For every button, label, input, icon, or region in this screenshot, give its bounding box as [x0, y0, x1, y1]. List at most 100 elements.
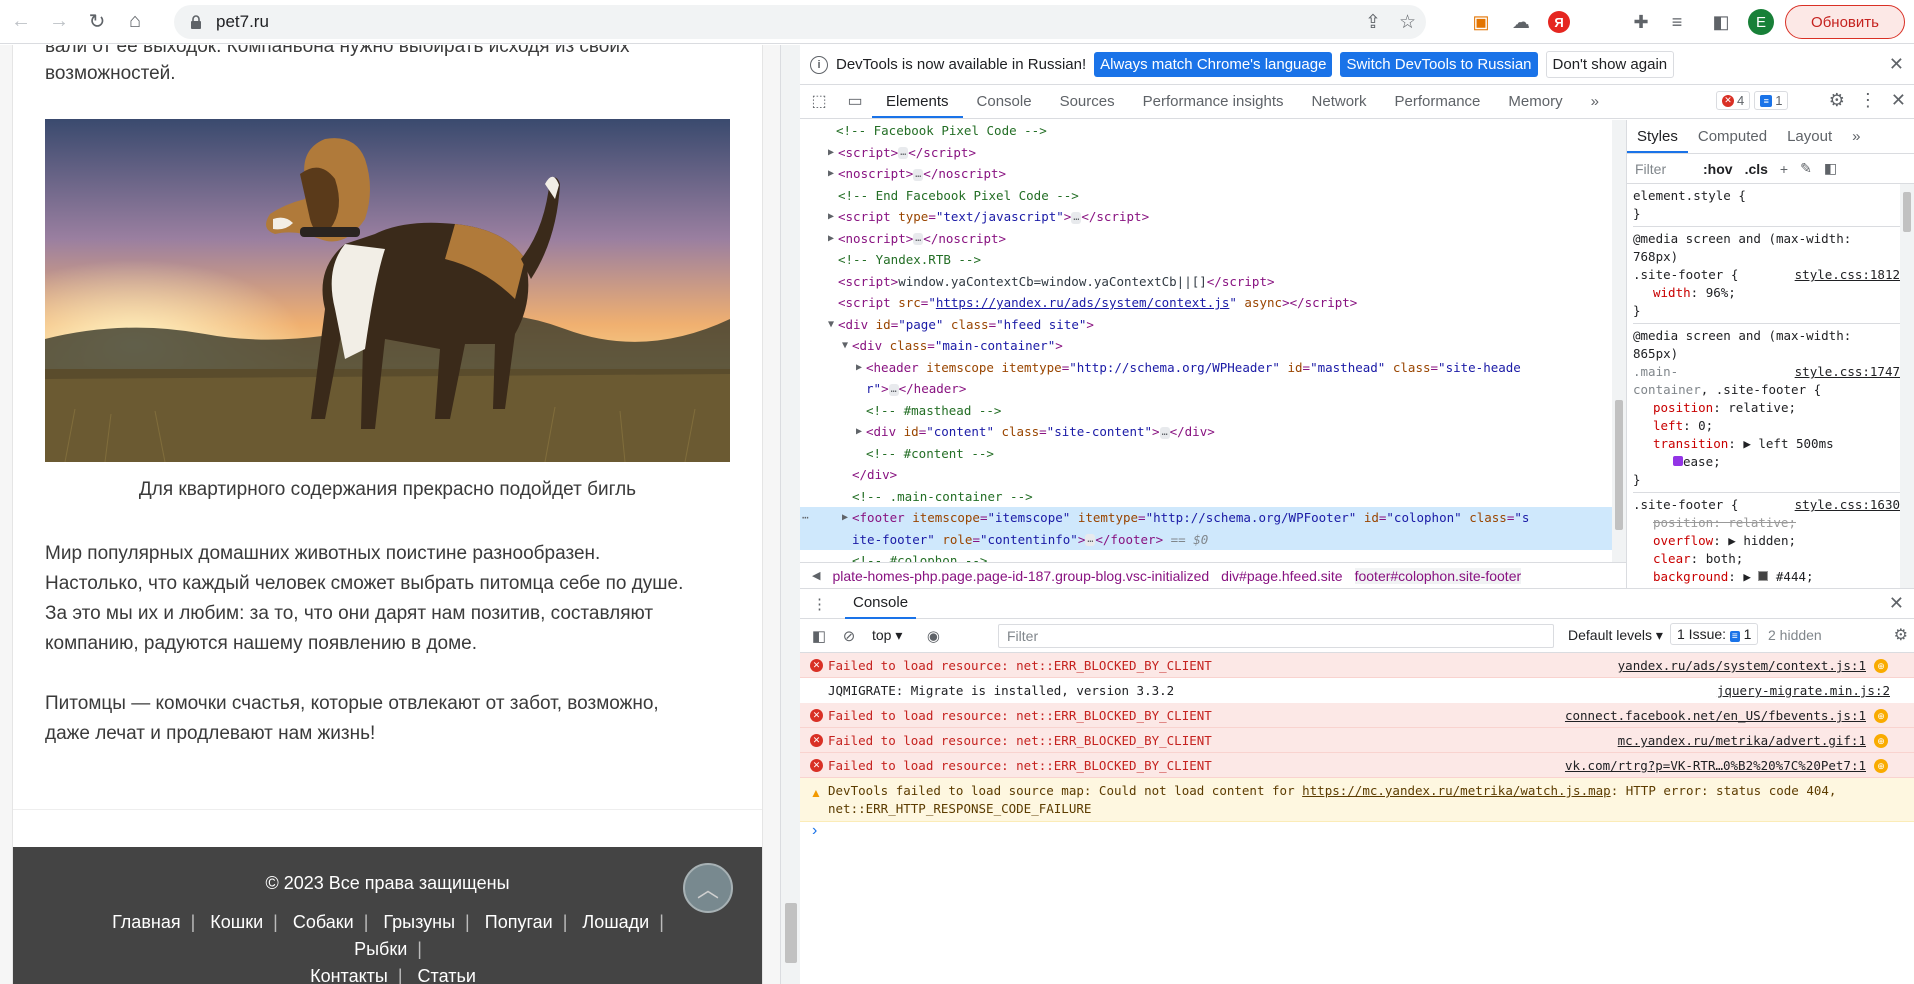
- dom-node-selected[interactable]: ⋯ ▶ <footer itemscope="itemscope" itemtype…: [800, 507, 1626, 529]
- back-button[interactable]: ←: [4, 5, 38, 39]
- elements-tree[interactable]: <!-- Facebook Pixel Code --> ▶ <script>… <…: [800, 120, 1626, 562]
- breadcrumb-item[interactable]: plate-homes-php.page.page-id-187.group-b…: [832, 568, 1209, 584]
- match-language-button[interactable]: Always match Chrome's language: [1094, 52, 1333, 77]
- switch-russian-button[interactable]: Switch DevTools to Russian: [1340, 52, 1538, 77]
- footer-link-contacts[interactable]: Контакты: [310, 966, 388, 984]
- style-rule[interactable]: .site-footer { style.css:1630 position: r…: [1633, 493, 1914, 588]
- context-selector[interactable]: top ▾: [872, 627, 902, 644]
- update-button[interactable]: Обновить: [1785, 5, 1905, 39]
- log-levels-dropdown[interactable]: Default levels ▾: [1568, 627, 1663, 644]
- devtools-splitter[interactable]: [780, 45, 800, 984]
- message-source-link[interactable]: mc.yandex.ru/metrika/advert.gif:1: [1618, 728, 1866, 753]
- paint-brush-icon[interactable]: ✎: [1800, 160, 1812, 177]
- dom-node[interactable]: </div>: [800, 464, 1626, 486]
- dom-node[interactable]: <!-- #masthead -->: [800, 400, 1626, 422]
- console-error-message[interactable]: ✕ Failed to load resource: net::ERR_BLOCK…: [800, 753, 1914, 778]
- styles-filter-input[interactable]: Filter: [1635, 161, 1691, 177]
- console-settings-gear-icon[interactable]: ⚙: [1894, 625, 1908, 645]
- inspect-element-icon[interactable]: ⬚: [806, 88, 832, 114]
- forward-button[interactable]: →: [42, 5, 76, 39]
- network-request-icon[interactable]: ⊕: [1874, 759, 1888, 773]
- profile-avatar[interactable]: Е: [1748, 9, 1774, 35]
- side-panel-icon[interactable]: ◧: [1708, 9, 1734, 35]
- live-expression-eye-icon[interactable]: ◉: [922, 625, 944, 647]
- drawer-tab-console[interactable]: Console: [845, 594, 917, 619]
- styles-scrollbar[interactable]: [1900, 184, 1914, 588]
- network-request-icon[interactable]: ⊕: [1874, 659, 1888, 673]
- reading-list-icon[interactable]: ≡: [1664, 9, 1690, 35]
- reload-button[interactable]: ↻: [80, 5, 114, 39]
- issues-button[interactable]: 1 Issue: ≡ 1: [1670, 623, 1759, 645]
- tab-layout[interactable]: Layout: [1777, 128, 1842, 153]
- dom-node[interactable]: ▶ <script>… </script>: [800, 142, 1626, 164]
- dom-node[interactable]: <!-- #content -->: [800, 443, 1626, 465]
- drawer-menu-icon[interactable]: ⋮: [812, 595, 827, 613]
- dom-node[interactable]: ▶ <header itemscope itemtype="http://sche…: [800, 357, 1626, 379]
- bookmark-star-icon[interactable]: ☆: [1399, 11, 1416, 34]
- dom-node[interactable]: <!-- Yandex.RTB -->: [800, 249, 1626, 271]
- style-rule[interactable]: @media screen and (max-width: 865px) .main…: [1633, 324, 1914, 493]
- tab-console[interactable]: Console: [963, 93, 1046, 118]
- dom-node[interactable]: <!-- Facebook Pixel Code -->: [800, 120, 1626, 142]
- message-source-link[interactable]: yandex.ru/ads/system/context.js:1: [1618, 653, 1866, 678]
- warning-link[interactable]: https://mc.yandex.ru/metrika/watch.js.ma…: [1302, 783, 1611, 798]
- tab-memory[interactable]: Memory: [1494, 93, 1576, 118]
- tab-network[interactable]: Network: [1298, 93, 1381, 118]
- dom-node[interactable]: ▶ <script type="text/javascript">… </scrip…: [800, 206, 1626, 228]
- footer-link-parrots[interactable]: Попугаи: [485, 912, 553, 932]
- home-button[interactable]: ⌂: [118, 5, 152, 39]
- dom-node[interactable]: ▶ <noscript>… </noscript>: [800, 228, 1626, 250]
- dom-node[interactable]: <!-- End Facebook Pixel Code -->: [800, 185, 1626, 207]
- sidebar-toggle-icon[interactable]: ◧: [1824, 160, 1837, 177]
- dom-node[interactable]: ▶ <div id="content" class="site-content">…: [800, 421, 1626, 443]
- extensions-puzzle-icon[interactable]: ✚: [1628, 9, 1654, 35]
- share-icon[interactable]: ⇪: [1365, 11, 1381, 34]
- dom-node[interactable]: <!-- #colophon -->: [800, 550, 1626, 562]
- scroll-to-top-button[interactable]: ︿: [683, 863, 733, 913]
- device-toolbar-icon[interactable]: ▭: [842, 88, 868, 114]
- console-sidebar-icon[interactable]: ◧: [808, 625, 830, 647]
- issues-badge[interactable]: ≡ 1: [1754, 91, 1789, 110]
- close-devtools-icon[interactable]: ✕: [1891, 90, 1906, 111]
- more-tabs-icon[interactable]: »: [1577, 93, 1613, 118]
- errors-badge[interactable]: ✕ 4: [1716, 91, 1751, 110]
- new-rule-icon[interactable]: +: [1780, 161, 1788, 177]
- tab-performance-insights[interactable]: Performance insights: [1129, 93, 1298, 118]
- console-error-message[interactable]: ✕ Failed to load resource: net::ERR_BLOCK…: [800, 703, 1914, 728]
- elements-scrollbar-thumb[interactable]: [1615, 400, 1623, 530]
- clear-console-icon[interactable]: ⊘: [838, 625, 860, 647]
- dom-node[interactable]: <script src="https://yandex.ru/ads/syste…: [800, 292, 1626, 314]
- settings-gear-icon[interactable]: ⚙: [1829, 90, 1845, 111]
- footer-link-horses[interactable]: Лошади: [582, 912, 649, 932]
- console-warning-message[interactable]: ▲ DevTools failed to load source map: Cou…: [800, 778, 1914, 822]
- dom-node[interactable]: <script>window.yaContextCb=window.yaCont…: [800, 271, 1626, 293]
- console-error-message[interactable]: ✕ Failed to load resource: net::ERR_BLOCK…: [800, 653, 1914, 678]
- more-tabs-icon[interactable]: »: [1842, 128, 1870, 153]
- message-source-link[interactable]: vk.com/rtrg?p=VK-RTR…0%B2%20%7C%20Pet7:1: [1565, 753, 1866, 778]
- footer-link-home[interactable]: Главная: [112, 912, 181, 932]
- yandex-extension-icon[interactable]: Я: [1548, 11, 1570, 33]
- elements-scrollbar[interactable]: [1612, 120, 1626, 562]
- footer-link-cats[interactable]: Кошки: [210, 912, 263, 932]
- dom-node[interactable]: r">… </header>: [800, 378, 1626, 400]
- dom-node[interactable]: <!-- .main-container -->: [800, 486, 1626, 508]
- page-scrollbar-thumb[interactable]: [785, 903, 797, 963]
- gift-extension-icon[interactable]: ▣: [1468, 9, 1494, 35]
- tab-styles[interactable]: Styles: [1627, 128, 1688, 153]
- more-options-icon[interactable]: ⋮: [1859, 90, 1877, 111]
- dom-node[interactable]: ▼ <div id="page" class="hfeed site">: [800, 314, 1626, 336]
- tab-computed[interactable]: Computed: [1688, 128, 1777, 153]
- footer-link-fish[interactable]: Рыбки: [354, 939, 407, 959]
- tab-elements[interactable]: Elements: [872, 93, 963, 118]
- dom-node-selected[interactable]: ite-footer" role="contentinfo">… </footer…: [800, 528, 1626, 550]
- tab-performance[interactable]: Performance: [1381, 93, 1495, 118]
- network-request-icon[interactable]: ⊕: [1874, 734, 1888, 748]
- address-bar[interactable]: pet7.ru ⇪ ☆: [174, 5, 1426, 39]
- footer-link-rodents[interactable]: Грызуны: [383, 912, 455, 932]
- breadcrumb-left-arrow-icon[interactable]: ◀: [812, 569, 820, 582]
- network-request-icon[interactable]: ⊕: [1874, 709, 1888, 723]
- breadcrumb-item[interactable]: div#page.hfeed.site: [1221, 568, 1342, 584]
- footer-link-dogs[interactable]: Собаки: [293, 912, 354, 932]
- console-filter-input[interactable]: Filter: [998, 624, 1554, 648]
- dom-node[interactable]: ▶ <noscript>… </noscript>: [800, 163, 1626, 185]
